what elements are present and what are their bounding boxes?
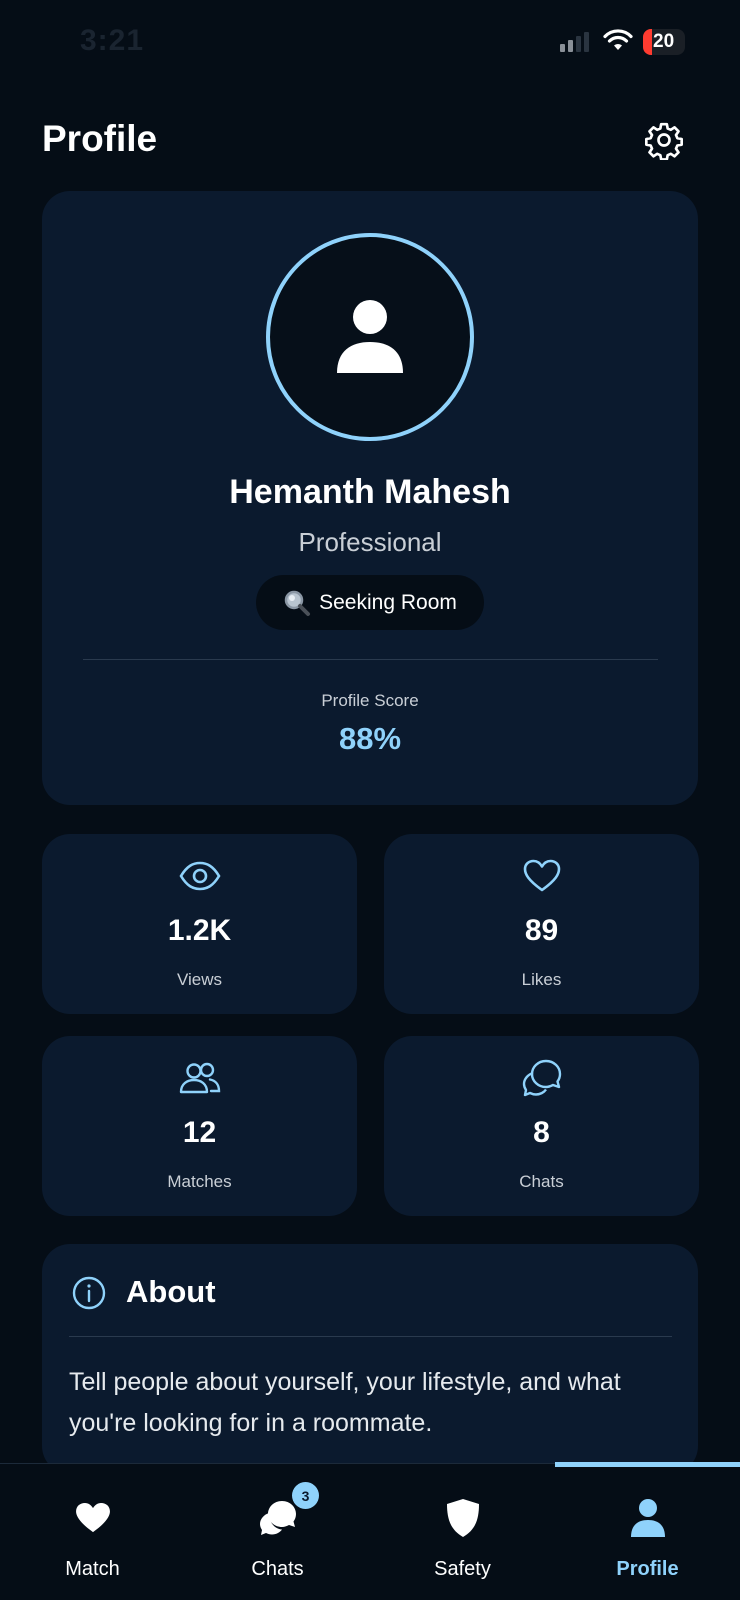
wifi-icon	[603, 29, 633, 50]
about-card: About Tell people about yourself, your l…	[42, 1244, 698, 1474]
status-text: Seeking Room	[319, 590, 457, 614]
profile-name: Hemanth Mahesh	[229, 473, 511, 511]
nav-item-safety[interactable]: Safety	[370, 1464, 555, 1600]
nav-label: Chats	[251, 1558, 304, 1580]
stat-label: Chats	[519, 1172, 564, 1191]
info-icon	[72, 1276, 106, 1310]
eye-icon	[178, 861, 221, 891]
stat-value: 12	[182, 1116, 217, 1149]
stat-value: 8	[533, 1116, 550, 1149]
profile-role: Professional	[298, 527, 442, 557]
chat-icon	[259, 1501, 296, 1535]
user-icon	[630, 1499, 665, 1537]
gear-icon	[645, 122, 683, 160]
chat-bubbles-icon	[522, 1059, 561, 1097]
unread-badge: 3	[292, 1482, 319, 1509]
bottom-nav: Match 3 Chats Safety Profile	[0, 1462, 740, 1600]
stat-card-chats[interactable]: 8 Chats	[384, 1036, 699, 1216]
stat-card-likes[interactable]: 89 Likes	[384, 834, 699, 1014]
nav-label: Match	[65, 1558, 120, 1580]
users-icon	[179, 1062, 220, 1094]
battery-level: 20	[653, 31, 675, 52]
nav-item-chats[interactable]: 3 Chats	[185, 1464, 370, 1600]
stat-label: Views	[176, 970, 223, 989]
profile-score-label: Profile Score	[321, 691, 419, 710]
profile-card: Hemanth Mahesh Professional Seeking Room…	[42, 191, 698, 805]
about-title: About	[126, 1274, 216, 1309]
stat-value: 1.2K	[167, 914, 232, 947]
about-text: Tell people about yourself, your lifesty…	[69, 1368, 621, 1437]
nav-item-profile[interactable]: Profile	[555, 1464, 740, 1600]
profile-score-value: 88%	[338, 721, 402, 756]
heart-outline-icon	[523, 859, 560, 892]
divider	[69, 1336, 672, 1337]
page-title: Profile	[42, 118, 158, 159]
stat-value: 89	[524, 914, 559, 947]
heart-icon	[75, 1502, 110, 1533]
status-badge: Seeking Room	[256, 575, 484, 630]
status-time: 3:21	[80, 24, 145, 57]
stat-card-matches[interactable]: 12 Matches	[42, 1036, 357, 1216]
stat-label: Likes	[521, 970, 562, 989]
settings-button[interactable]	[642, 118, 686, 162]
nav-label: Safety	[434, 1558, 491, 1580]
avatar[interactable]	[266, 233, 474, 441]
magnifying-glass-icon	[284, 590, 311, 616]
stat-label: Matches	[167, 1172, 232, 1191]
status-bar: 3:21 20	[0, 0, 740, 85]
signal-icon	[560, 32, 589, 52]
nav-item-match[interactable]: Match	[0, 1464, 185, 1600]
nav-label: Profile	[616, 1558, 679, 1580]
shield-icon	[446, 1499, 479, 1537]
user-icon	[337, 300, 403, 373]
battery-icon: 20	[643, 29, 685, 55]
divider	[83, 659, 658, 660]
stat-card-views[interactable]: 1.2K Views	[42, 834, 357, 1014]
